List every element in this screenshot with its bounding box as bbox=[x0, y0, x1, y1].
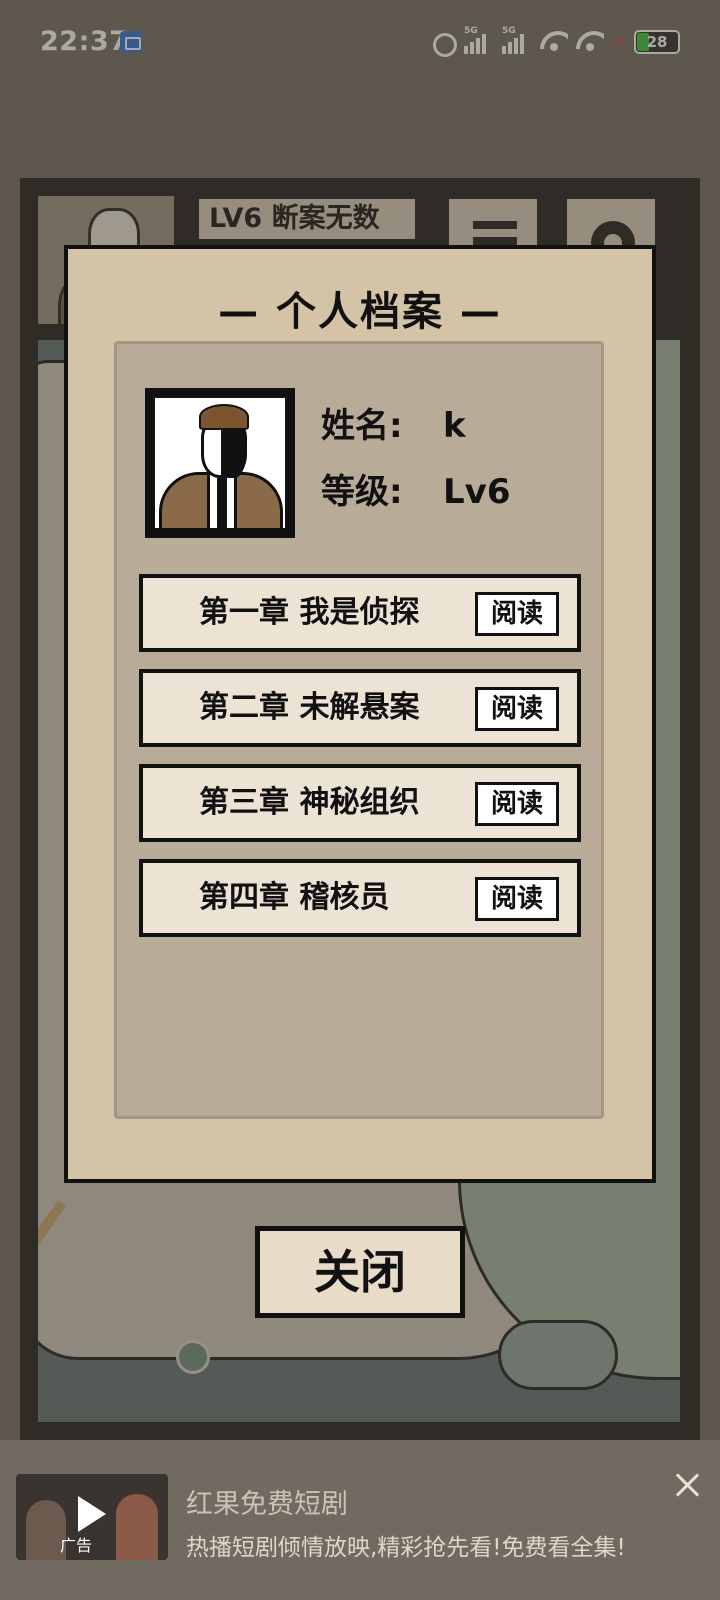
ad-description[interactable]: 热播短剧倾情放映,精彩抢先看!免费看全集! bbox=[186, 1528, 626, 1562]
read-button[interactable]: 阅读 bbox=[475, 782, 559, 826]
ad-title[interactable]: 红果免费短剧 bbox=[186, 1482, 348, 1521]
read-button[interactable]: 阅读 bbox=[475, 687, 559, 731]
name-row: 姓名: k bbox=[321, 398, 466, 447]
level-row: 等级: Lv6 bbox=[321, 464, 511, 513]
play-icon bbox=[78, 1496, 106, 1532]
chapter-title: 第一章 我是侦探 bbox=[199, 595, 420, 630]
chapter-title: 第四章 稽核员 bbox=[199, 880, 390, 915]
close-button[interactable]: 关闭 bbox=[255, 1226, 465, 1318]
read-button[interactable]: 阅读 bbox=[475, 592, 559, 636]
chapter-title: 第三章 神秘组织 bbox=[199, 785, 420, 820]
avatar bbox=[145, 388, 295, 538]
ad-tag: 广告 bbox=[60, 1536, 93, 1555]
chapter-item: 第三章 神秘组织 阅读 bbox=[139, 764, 581, 842]
ad-thumbnail[interactable]: 广告 bbox=[16, 1474, 168, 1560]
read-button[interactable]: 阅读 bbox=[475, 877, 559, 921]
level-label: 等级: bbox=[321, 472, 403, 512]
name-value: k bbox=[443, 406, 466, 446]
chapter-item: 第二章 未解悬案 阅读 bbox=[139, 669, 581, 747]
level-value: Lv6 bbox=[443, 472, 511, 512]
chapter-item: 第四章 稽核员 阅读 bbox=[139, 859, 581, 937]
close-icon[interactable] bbox=[672, 1470, 704, 1502]
chapter-title: 第二章 未解悬案 bbox=[199, 690, 420, 725]
ad-banner[interactable]: 广告 红果免费短剧 热播短剧倾情放映,精彩抢先看!免费看全集! bbox=[0, 1440, 720, 1600]
name-label: 姓名: bbox=[321, 406, 403, 446]
dialog-title: — 个人档案 — bbox=[218, 289, 502, 335]
profile-dialog: — 个人档案 — 姓名: k 等级: Lv6 第一章 我是侦探 阅读 第二章 未解悬… bbox=[64, 245, 656, 1183]
profile-panel: 姓名: k 等级: Lv6 第一章 我是侦探 阅读 第二章 未解悬案 阅读 第三章 … bbox=[114, 341, 604, 1119]
chapter-item: 第一章 我是侦探 阅读 bbox=[139, 574, 581, 652]
